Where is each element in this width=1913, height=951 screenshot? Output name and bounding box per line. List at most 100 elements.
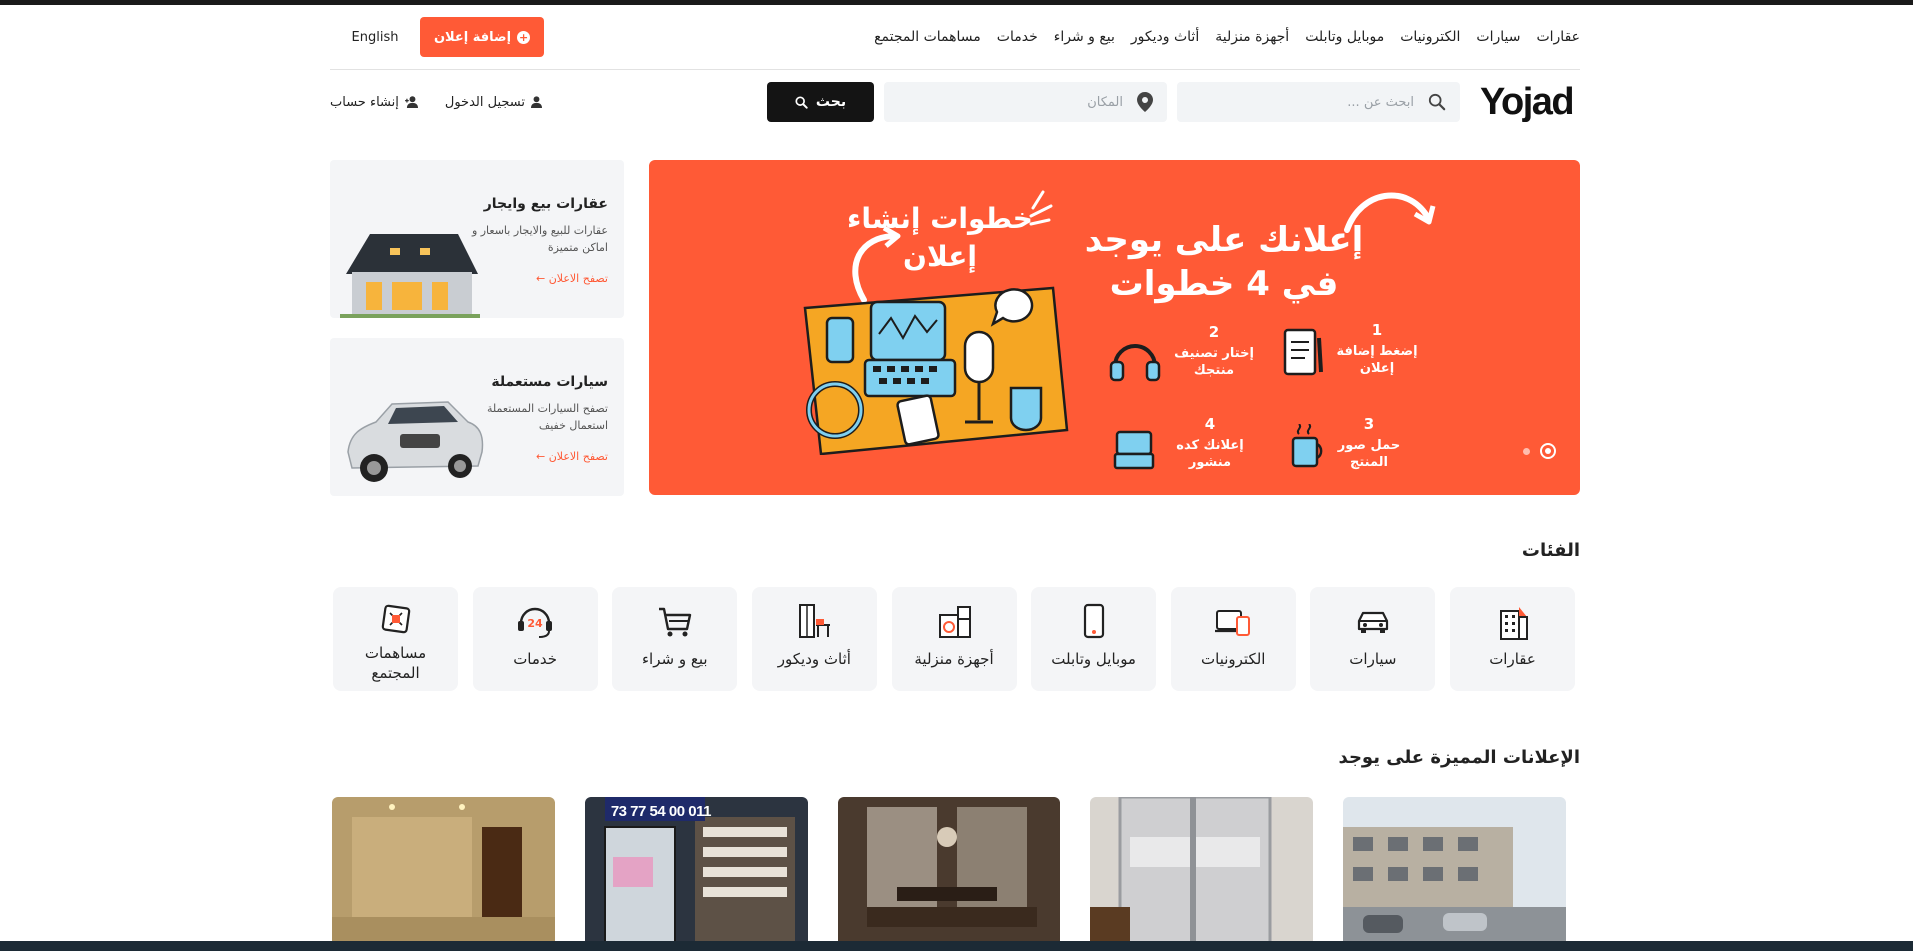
support-24-icon: 24 (518, 607, 553, 638)
category-buy-sell[interactable]: بيع و شراء (612, 587, 738, 691)
building-icon (1499, 607, 1528, 640)
category-appliances[interactable]: أجهزة منزلية (891, 587, 1017, 691)
side-card-title: سيارات مستعملة (491, 374, 608, 390)
nav-link-furniture[interactable]: أثاث وديكور (1131, 29, 1199, 45)
side-card-desc: عقارات للبيع والايجار باسعار و اماكن متم… (471, 224, 608, 254)
nav-link-real-estate[interactable]: عقارات (1536, 29, 1580, 45)
post-ad-label: إضافة إعلان (433, 29, 512, 45)
community-icon (381, 604, 410, 634)
category-cars[interactable]: سيارات (1310, 587, 1436, 691)
location-input[interactable]: المكان (884, 82, 1167, 122)
shower-cabin-image (1090, 797, 1314, 951)
user-icon (530, 96, 542, 108)
taskbar (0, 941, 1913, 951)
search-icon (1428, 93, 1446, 111)
empty-room-image (332, 797, 555, 951)
category-label: بيع و شراء (641, 650, 708, 668)
category-community[interactable]: مساهمات المجتمع (333, 587, 458, 691)
category-links: عقارات سيارات الكترونيات موبايل وتابلت أ… (874, 29, 1580, 45)
laptop-icon (1113, 430, 1155, 470)
top-border (0, 0, 1913, 5)
category-label: مساهمات المجتمع (364, 644, 427, 682)
nav-link-mobiles[interactable]: موبايل وتابلت (1305, 29, 1384, 45)
login-label: تسجيل الدخول (444, 94, 525, 110)
nav-link-electronics[interactable]: الكترونيات (1400, 29, 1460, 45)
side-card-title: عقارات بيع وايجار (483, 196, 608, 212)
hero-banner[interactable]: إعلانك على يوجد في 4 خطوات خطوات إنشاء إ… (649, 160, 1580, 495)
step-text: إختار تصنيف منتجك (1174, 346, 1254, 378)
step-1: 1 إضغط إضافة إعلان (1327, 322, 1427, 377)
search-button[interactable]: بحث (767, 82, 874, 122)
step-number: 3 (1363, 415, 1375, 433)
login-link[interactable]: تسجيل الدخول (445, 95, 542, 110)
car-icon (1357, 611, 1388, 633)
dining-room-image (837, 797, 1061, 951)
carousel-dot[interactable] (1523, 447, 1530, 455)
category-furniture[interactable]: أثاث وديكور (751, 587, 877, 691)
nav-link-services[interactable]: خدمات (997, 29, 1038, 45)
cart-icon (658, 607, 691, 637)
curved-arrow-icon (1344, 192, 1436, 233)
devices-illustration (803, 286, 1069, 455)
user-plus-icon (404, 96, 418, 108)
browse-ad-link[interactable]: تصفح الاعلان ← (536, 272, 608, 285)
header-bar: Yojad ابحث عن ... المكان بحث تسجيل الدخو… (330, 81, 1580, 124)
phone-overlay-text: 011 00 54 77 73 (610, 803, 712, 820)
apartment-building-image (1343, 797, 1566, 951)
nav-link-appliances[interactable]: أجهزة منزلية (1215, 29, 1289, 45)
shop-image (584, 797, 808, 951)
nav-link-buy-sell[interactable]: بيع و شراء (1054, 29, 1115, 45)
register-label: إنشاء حساب (330, 94, 399, 110)
category-label: أجهزة منزلية (914, 650, 994, 668)
side-card-real-estate[interactable]: عقارات بيع وايجار عقارات للبيع والايجار … (330, 160, 624, 318)
nav-link-community[interactable]: مساهمات المجتمع (874, 29, 981, 45)
category-services[interactable]: 24 خدمات (472, 587, 598, 691)
auth-links: تسجيل الدخول إنشاء حساب (330, 95, 542, 110)
featured-ad-card[interactable]: 011 00 54 77 73 (584, 797, 808, 951)
logo[interactable]: Yojad (1480, 81, 1580, 124)
carousel-dot-active[interactable] (1540, 443, 1556, 459)
carousel-dots (1523, 443, 1556, 459)
search-input[interactable]: ابحث عن ... (1177, 82, 1460, 122)
search-button-label: بحث (815, 94, 847, 110)
svg-text:24: 24 (527, 617, 543, 630)
mobile-icon (1083, 603, 1104, 639)
step-text: حمل صور المنتج (1337, 438, 1401, 470)
plus-icon: + (517, 30, 531, 44)
step-3: 3 حمل صور المنتج (1329, 416, 1409, 471)
category-label: أثاث وديكور (777, 650, 851, 668)
featured-title: الإعلانات المميزة على يوجد (1338, 747, 1580, 768)
appliances-icon (939, 606, 971, 638)
car-image (347, 401, 484, 482)
search-placeholder: ابحث عن ... (1347, 94, 1414, 110)
location-placeholder: المكان (1087, 94, 1123, 110)
category-label: خدمات (513, 650, 558, 668)
post-ad-button[interactable]: + إضافة إعلان (420, 17, 544, 57)
category-electronics[interactable]: الكترونيات (1170, 587, 1296, 691)
category-mobiles[interactable]: موبايل وتابلت (1031, 587, 1157, 691)
category-label: موبايل وتابلت (1051, 650, 1136, 668)
featured-ad-card[interactable] (332, 797, 555, 951)
nav-link-cars[interactable]: سيارات (1476, 29, 1520, 45)
mug-icon (1291, 424, 1323, 468)
browse-ad-link[interactable]: تصفح الاعلان ← (536, 450, 608, 463)
top-nav: English + إضافة إعلان عقارات سيارات الكت… (330, 16, 1580, 58)
hero-headline: إعلانك على يوجد في 4 خطوات (1084, 220, 1364, 304)
categories-grid: عقارات سيارات الكترونيات موبايل وتابلت أ… (333, 587, 1575, 691)
step-number: 4 (1204, 415, 1216, 433)
category-real-estate[interactable]: عقارات (1450, 587, 1575, 691)
featured-ad-card[interactable] (1090, 797, 1314, 951)
language-switch[interactable]: English (330, 30, 420, 45)
furniture-icon (799, 604, 831, 638)
register-link[interactable]: إنشاء حساب (330, 95, 419, 110)
headphones-icon (1109, 344, 1161, 382)
side-card-used-cars[interactable]: سيارات مستعملة تصفح السيارات المستعملة ا… (330, 338, 624, 496)
notebook-icon (1283, 328, 1323, 376)
step-number: 1 (1371, 321, 1383, 339)
step-text: إضغط إضافة إعلان (1336, 344, 1418, 376)
step-2: 2 إختار تصنيف منتجك (1159, 324, 1269, 379)
categories-title: الفئات (1521, 540, 1580, 561)
featured-ad-card[interactable] (1343, 797, 1566, 951)
featured-ad-card[interactable] (837, 797, 1061, 951)
side-card-desc: تصفح السيارات المستعملة استعمال خفيف (487, 402, 608, 432)
